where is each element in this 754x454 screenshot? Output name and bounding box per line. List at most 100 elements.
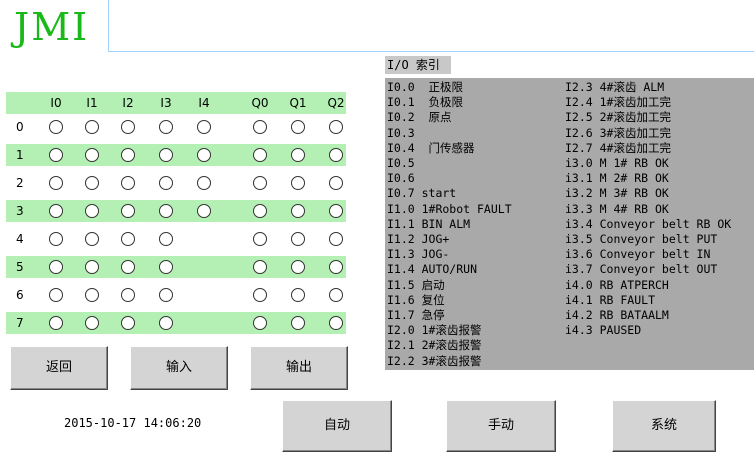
io-indicator-led [159,316,173,330]
io-index-entry: I0.6 [387,171,415,186]
system-button[interactable]: 系统 [612,400,716,452]
io-index-entry: I1.3 JOG- [387,247,450,262]
io-index-entry: I2.6 3#滚齿加工完 [565,125,671,140]
io-index-entry: I0.3 [387,125,415,140]
io-indicator-led [85,204,99,218]
io-indicator-led [121,260,135,274]
grid-column-header: I4 [198,96,210,110]
io-index-entry: I2.7 4#滚齿加工完 [565,140,671,155]
io-indicator-led [291,288,305,302]
io-index-entry: I2.3 4#滚齿 ALM [565,80,665,94]
back-button[interactable]: 返回 [10,346,108,390]
io-index-entry: i4.1 RB FAULT [565,292,656,307]
io-index-entry: i3.3 M 4# RB OK [565,201,669,216]
grid-row-label: 2 [16,176,24,190]
io-index-entry: I1.7 急停 [387,308,445,323]
io-indicator-led [291,176,305,190]
io-index-entry: i4.0 RB ATPERCH [565,277,669,292]
io-indicator-led [329,260,343,274]
io-indicator-led [197,176,211,190]
grid-header-row: I0 I1 I2 I3 I4 Q0 Q1 Q2 [6,92,346,114]
io-indicator-led [49,120,63,134]
grid-column-header: I1 [86,96,98,110]
io-indicator-led [49,232,63,246]
io-indicator-led [291,120,305,134]
grid-row: 2 [6,172,346,194]
io-index-entry: I1.2 JOG+ [387,232,450,247]
grid-row-label: 1 [16,148,24,162]
grid-column-header: Q1 [289,96,307,110]
io-indicator-led [329,120,343,134]
io-index-entry: I1.6 复位 [387,292,445,307]
io-index-entry: i3.1 M 2# RB OK [565,171,669,186]
io-index-entry: i3.2 M 3# RB OK [565,186,669,201]
io-indicator-led [291,204,305,218]
grid-column-header: I3 [160,96,172,110]
title-bar [108,0,754,52]
io-index-entry: I2.1 2#滚齿报警 [387,338,482,353]
io-index-entry: I0.0 正极限 [387,80,464,94]
io-index-entry: I2.0 1#滚齿报警 [387,323,482,338]
io-index-entry: I0.2 原点 [387,110,452,125]
input-button[interactable]: 输入 [130,346,228,390]
io-indicator-led [291,148,305,162]
io-indicator-led [85,316,99,330]
io-indicator-led [197,148,211,162]
auto-button[interactable]: 自动 [282,400,392,452]
io-indicator-led [85,176,99,190]
io-index-entry: i4.2 RB BATAALM [565,308,669,323]
io-index-entry: i3.5 Conveyor belt PUT [565,232,718,247]
io-indicator-led [121,120,135,134]
io-indicator-led [49,176,63,190]
io-indicator-led [159,204,173,218]
io-indicator-led [291,232,305,246]
io-indicator-led [121,232,135,246]
jmi-logo: JMI [14,5,90,49]
io-indicator-led [253,316,267,330]
grid-row-label: 5 [16,260,24,274]
grid-column-header: I2 [122,96,134,110]
io-indicator-led [159,148,173,162]
io-indicator-led [121,148,135,162]
io-index-entry: I1.1 BIN ALM [387,216,471,231]
io-index-title: I/O 索引 [385,56,451,74]
datetime-display: 2015-10-17 14:06:20 [64,416,202,430]
grid-column-header: Q2 [327,96,345,110]
io-indicator-led [85,120,99,134]
grid-row-label: 0 [16,120,24,134]
io-indicator-led [159,260,173,274]
io-index-entry: I1.0 1#Robot FAULT [387,201,512,216]
grid-row: 1 [6,144,346,166]
io-indicator-led [253,120,267,134]
io-indicator-led [49,316,63,330]
io-index-panel: I0.0 正极限 I0.1 负极限 I0.2 原点 I0.3 I0.4 门传感器 I0.5… [385,78,754,370]
io-index-entry: i3.7 Conveyor belt OUT [565,262,718,277]
grid-column-header: I0 [50,96,62,110]
grid-row: 0 [6,116,346,138]
io-indicator-led [291,316,305,330]
io-indicator-led [253,232,267,246]
grid-row-label: 4 [16,232,24,246]
output-button[interactable]: 输出 [250,346,348,390]
grid-row: 7 [6,312,346,334]
grid-row-label: 3 [16,204,24,218]
io-index-entry: i3.4 Conveyor belt RB OK [565,216,732,231]
io-indicator-led [159,176,173,190]
io-indicator-led [197,120,211,134]
io-index-entry: I2.5 2#滚齿加工完 [565,110,671,125]
io-indicator-led [49,260,63,274]
io-indicator-led [121,204,135,218]
io-indicator-led [329,148,343,162]
grid-column-header: Q0 [251,96,269,110]
io-index-entry: I1.5 启动 [387,277,445,292]
io-index-right-column: I2.3 4#滚齿 ALM I2.4 1#滚齿加工完 I2.5 2#滚齿加工完 I2.… [565,80,731,338]
io-index-entry: I0.1 负极限 [387,95,464,110]
io-indicator-led [49,148,63,162]
io-indicator-led [329,176,343,190]
io-indicator-led [253,176,267,190]
io-indicator-led [253,260,267,274]
manual-button[interactable]: 手动 [446,400,556,452]
grid-row-label: 6 [16,288,24,302]
io-indicator-led [85,148,99,162]
io-indicator-led [49,288,63,302]
